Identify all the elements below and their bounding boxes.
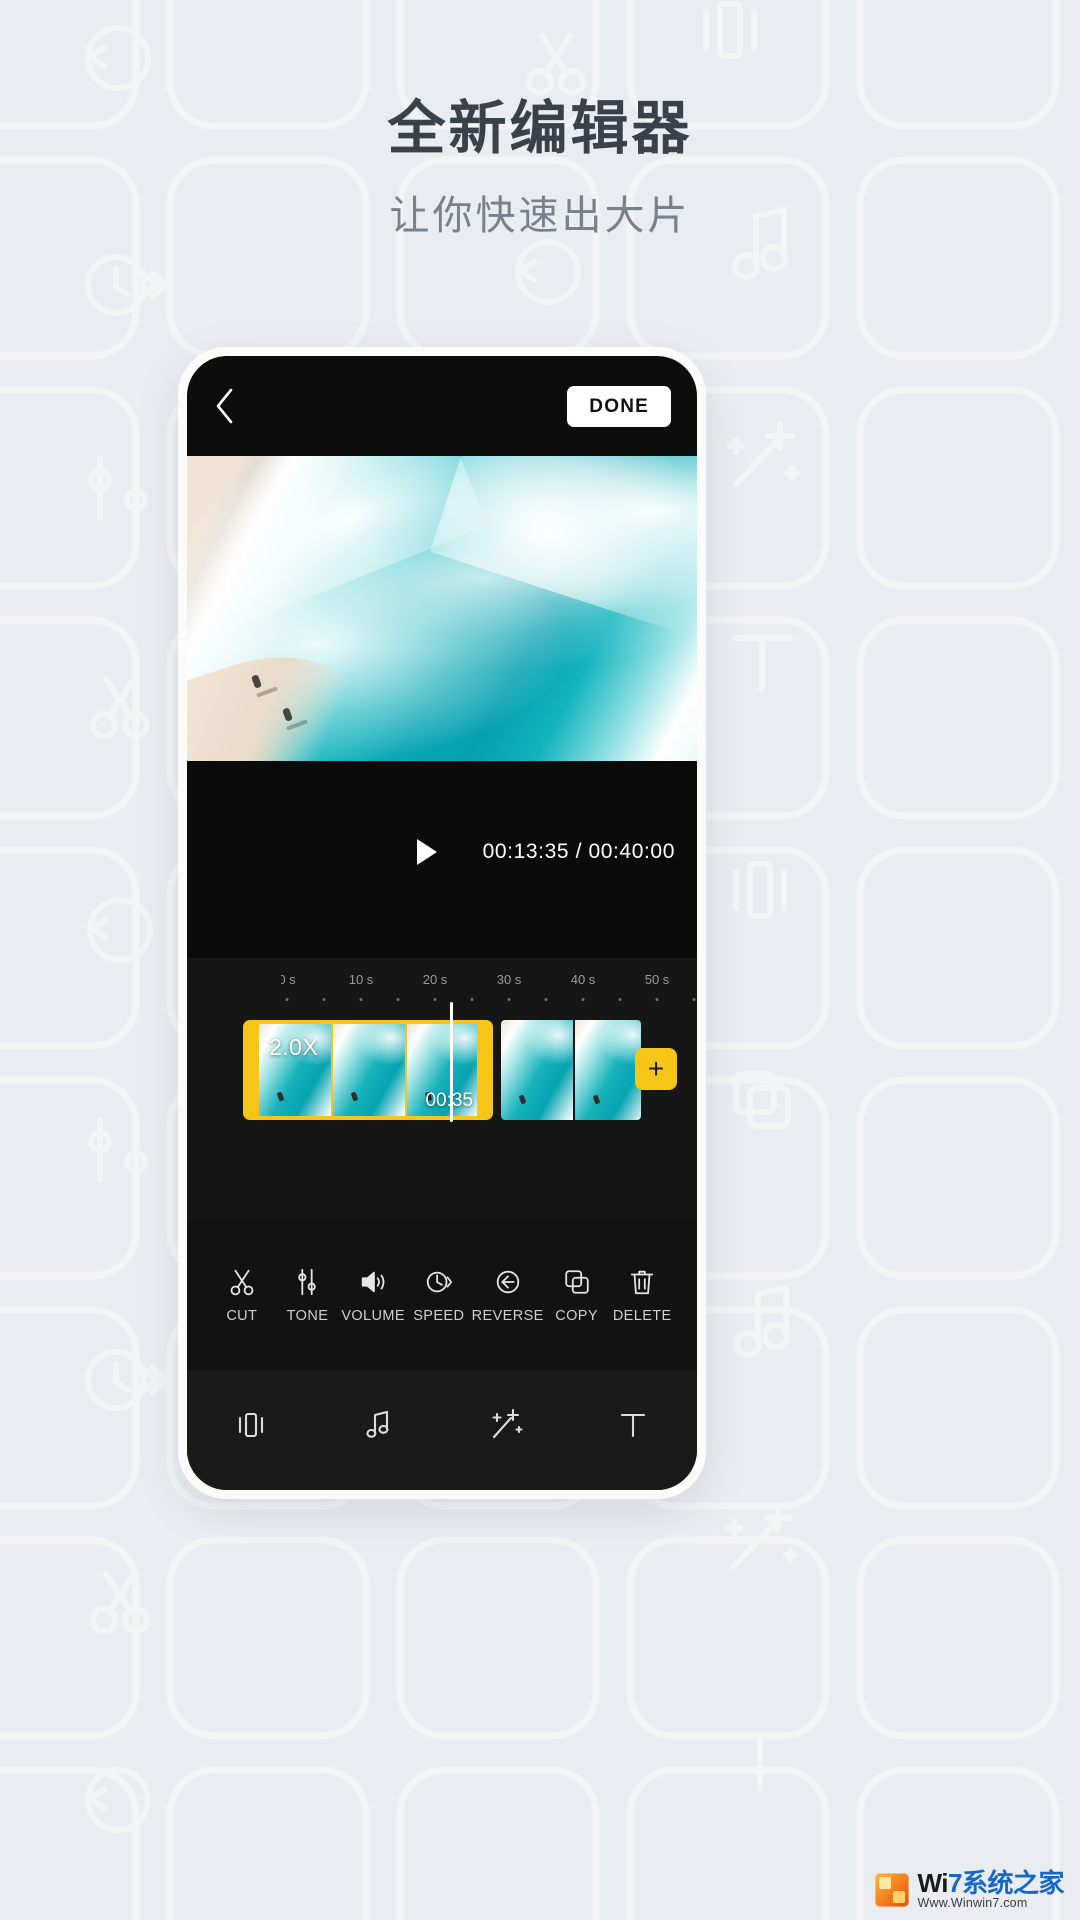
ruler-tick-dot (285, 998, 289, 1001)
ruler-tick-dot (396, 998, 400, 1001)
site-watermark: Wi7系统之家 Www.Winwin7.com (875, 1867, 1064, 1910)
ruler-tick-dot (359, 998, 363, 1001)
tool-label: REVERSE (471, 1307, 544, 1324)
music-note-icon (366, 1410, 389, 1438)
ruler-tick-dot (322, 998, 326, 1001)
magic-wand-icon (492, 1408, 523, 1439)
ruler-tick-label: 0 s (281, 972, 296, 987)
ruler-tick-label: 10 s (348, 972, 374, 987)
clip-thumbnail (501, 1020, 573, 1120)
tool-copy[interactable]: COPY (544, 1267, 610, 1324)
tool-cut[interactable]: CUT (209, 1267, 275, 1324)
tool-tone[interactable]: TONE (275, 1267, 341, 1324)
tool-label: COPY (555, 1307, 598, 1324)
playhead[interactable] (450, 1002, 453, 1122)
back-button[interactable] (213, 383, 253, 429)
text-t-icon (621, 1413, 646, 1438)
ruler-tick-label: 40 s (570, 972, 596, 987)
ruler-tick-label: 20 s (422, 972, 448, 987)
tool-reverse[interactable]: REVERSE (472, 1267, 544, 1324)
tool-delete[interactable]: DELETE (609, 1267, 675, 1324)
clip-track[interactable]: 2.0X 00:35 + (243, 1020, 697, 1120)
timeline-ruler: 0 s 10 s 20 s 30 s 40 s 50 s (281, 972, 697, 1018)
copy-icon (564, 1269, 589, 1294)
ruler-tick-dot (618, 998, 622, 1001)
add-clip-button[interactable]: + (635, 1048, 677, 1090)
windows-logo-icon (875, 1872, 910, 1907)
nav-text[interactable] (603, 1395, 663, 1455)
page-title: 全新编辑器 (387, 96, 693, 161)
nav-effects[interactable] (476, 1395, 536, 1455)
tool-strip: CUT TONE VOLUME SPEED REVERSE COPY DELET… (187, 1220, 697, 1370)
phone-mockup: DONE 00:13:35 / 00:40:00 0 s 10 s 20 s 3… (178, 347, 706, 1499)
promo-text-block: 全新编辑器 让你快速出大片 (0, 96, 1080, 241)
nav-clips[interactable] (221, 1395, 281, 1455)
tool-label: TONE (286, 1307, 329, 1324)
ruler-tick-dot (692, 998, 696, 1001)
ruler-tick-label: 50 s (644, 972, 670, 987)
speed-badge: 2.0X (269, 1034, 319, 1060)
video-preview-area: 00:13:35 / 00:40:00 (187, 456, 697, 958)
ruler-tick-dot (544, 998, 548, 1001)
player-controls: 00:13:35 / 00:40:00 (187, 761, 697, 958)
tool-speed[interactable]: SPEED (406, 1267, 472, 1324)
ruler-tick-dot (581, 998, 585, 1001)
timecode-label: 00:13:35 / 00:40:00 (482, 839, 675, 863)
next-clip[interactable] (501, 1020, 641, 1120)
video-frame[interactable] (187, 456, 697, 761)
watermark-brand: Wi7系统之家 (917, 1867, 1064, 1898)
watermark-text: Wi7系统之家 Www.Winwin7.com (917, 1867, 1064, 1910)
ruler-tick-dot (470, 998, 474, 1001)
clip-thumbnail (575, 1020, 641, 1120)
selected-clip[interactable]: 2.0X 00:35 (243, 1020, 493, 1120)
speed-clock-icon (426, 1271, 452, 1292)
ruler-tick-dot (433, 998, 437, 1001)
clip-thumbnail (333, 1024, 405, 1116)
ruler-tick-label: 30 s (496, 972, 522, 987)
watermark-brand-prefix: Wi (917, 1867, 949, 1898)
ruler-tick-dot (655, 998, 659, 1001)
trash-icon (631, 1270, 654, 1294)
nav-music[interactable] (348, 1395, 408, 1455)
tool-label: SPEED (413, 1307, 465, 1324)
ruler-tick-dot (507, 998, 511, 1001)
scissors-icon (230, 1269, 254, 1295)
speaker-icon (361, 1271, 385, 1292)
tool-volume[interactable]: VOLUME (340, 1267, 406, 1324)
timeline-area[interactable]: 0 s 10 s 20 s 30 s 40 s 50 s 2.0X + (187, 958, 697, 1220)
sliders-icon (298, 1268, 317, 1295)
watermark-brand-suffix: 7系统之家 (948, 1867, 1064, 1898)
watermark-url: Www.Winwin7.com (917, 1895, 1028, 1910)
chevron-left-icon (216, 388, 233, 424)
page-subtitle: 让你快速出大片 (389, 193, 691, 238)
tool-label: VOLUME (341, 1307, 405, 1324)
tool-label: CUT (226, 1307, 258, 1324)
editor-topbar: DONE (187, 356, 697, 456)
reverse-arrow-icon (496, 1270, 519, 1293)
tool-label: DELETE (612, 1307, 672, 1324)
filmstrip-icon (238, 1412, 263, 1438)
play-icon[interactable] (416, 838, 437, 865)
done-button[interactable]: DONE (567, 385, 671, 427)
bottom-navigation (187, 1370, 697, 1490)
app-screen: DONE 00:13:35 / 00:40:00 0 s 10 s 20 s 3… (187, 356, 697, 1490)
